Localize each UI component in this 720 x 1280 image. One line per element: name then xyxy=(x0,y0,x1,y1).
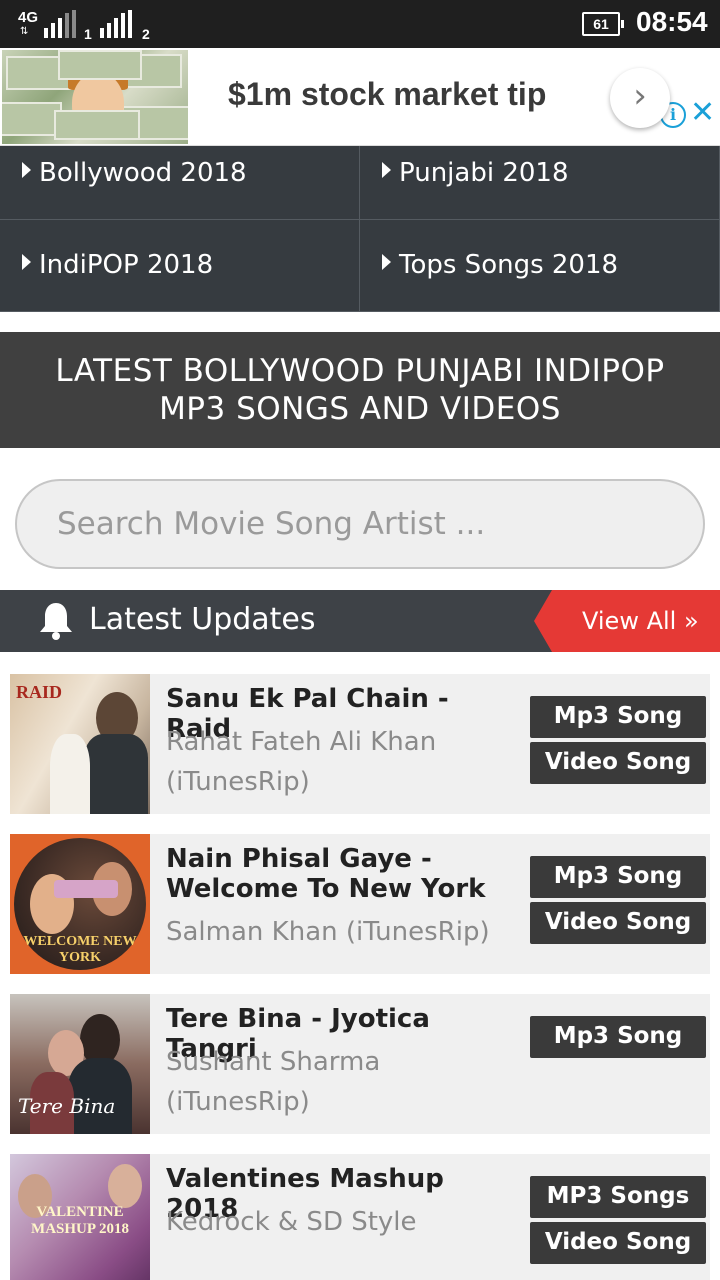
site-banner: LATEST BOLLYWOOD PUNJABI INDIPOP MP3 SON… xyxy=(0,332,720,448)
sim2-label: 2 xyxy=(142,26,150,42)
search-input[interactable] xyxy=(57,501,667,547)
song-title[interactable]: Nain Phisal Gaye - Welcome To New York xyxy=(166,844,506,904)
list-item[interactable]: RAID Sanu Ek Pal Chain - Raid Rahat Fate… xyxy=(10,674,710,814)
category-punjabi[interactable]: Punjabi 2018 xyxy=(360,146,720,220)
signal-strength-icon xyxy=(44,10,76,38)
clock: 08:54 xyxy=(636,6,708,37)
thumbnail-text: RAID xyxy=(16,682,63,702)
song-artist: Kedrock & SD Style xyxy=(166,1207,417,1237)
section-title: Latest Updates xyxy=(89,602,316,637)
category-grid: Bollywood 2018 Punjabi 2018 IndiPOP 2018… xyxy=(0,146,720,312)
video-song-button[interactable]: Video Song xyxy=(530,1222,706,1264)
song-thumbnail[interactable]: WELCOME NEW YORK xyxy=(10,834,150,974)
list-item[interactable]: Tere Bina Tere Bina - Jyotica Tangri Sus… xyxy=(10,994,710,1134)
view-all-button[interactable]: View All » xyxy=(534,590,720,652)
mp3-song-button[interactable]: Mp3 Song xyxy=(530,1016,706,1058)
caret-right-icon xyxy=(382,162,391,178)
search-box[interactable] xyxy=(15,479,705,569)
caret-right-icon xyxy=(22,254,31,270)
data-arrows-icon: ⇅ xyxy=(20,26,29,37)
video-song-button[interactable]: Video Song xyxy=(530,902,706,944)
bell-icon xyxy=(40,603,72,640)
sim1-label: 1 xyxy=(84,26,92,42)
battery-icon: 61 xyxy=(582,12,624,36)
song-artist: Salman Khan (iTunesRip) xyxy=(166,917,490,947)
list-item[interactable]: VALENTINE MASHUP 2018 Valentines Mashup … xyxy=(10,1154,710,1280)
battery-level: 61 xyxy=(593,16,609,32)
caret-right-icon xyxy=(22,162,31,178)
category-label: IndiPOP 2018 xyxy=(39,250,214,280)
caret-right-icon xyxy=(382,254,391,270)
song-thumbnail[interactable]: Tere Bina xyxy=(10,994,150,1134)
banner-line2: MP3 SONGS AND VIDEOS xyxy=(159,391,561,427)
latest-updates-header: Latest Updates View All » xyxy=(0,590,720,652)
category-bollywood[interactable]: Bollywood 2018 xyxy=(0,146,360,220)
list-item[interactable]: WELCOME NEW YORK Nain Phisal Gaye - Welc… xyxy=(10,834,710,974)
ad-title[interactable]: $1m stock market tip xyxy=(228,76,546,113)
money-kid-image xyxy=(2,50,188,144)
category-label: Tops Songs 2018 xyxy=(399,250,619,280)
song-artist: Rahat Fateh Ali Khan (iTunesRip) xyxy=(166,727,437,797)
mp3-song-button[interactable]: Mp3 Song xyxy=(530,856,706,898)
close-icon[interactable]: ✕ xyxy=(690,98,715,128)
song-thumbnail[interactable]: VALENTINE MASHUP 2018 xyxy=(10,1154,150,1280)
category-label: Punjabi 2018 xyxy=(399,158,569,188)
song-thumbnail[interactable]: RAID xyxy=(10,674,150,814)
signal-strength-icon xyxy=(100,10,136,38)
category-indipop[interactable]: IndiPOP 2018 xyxy=(0,220,360,312)
banner-line1: LATEST BOLLYWOOD PUNJABI INDIPOP xyxy=(55,353,665,389)
thumbnail-text: WELCOME NEW YORK xyxy=(23,934,137,965)
thumbnail-text: Tere Bina xyxy=(18,1094,116,1118)
thumbnail-text: VALENTINE MASHUP 2018 xyxy=(31,1204,129,1237)
mp3-song-button[interactable]: Mp3 Song xyxy=(530,696,706,738)
mp3-songs-button[interactable]: MP3 Songs xyxy=(530,1176,706,1218)
network-type: 4G xyxy=(18,9,39,26)
status-bar: 4G ⇅ 1 2 61 08:54 xyxy=(0,0,720,48)
category-top-songs[interactable]: Tops Songs 2018 xyxy=(360,220,720,312)
chevron-right-icon[interactable]: › xyxy=(610,68,670,128)
song-artist: Sushant Sharma (iTunesRip) xyxy=(166,1047,381,1117)
category-label: Bollywood 2018 xyxy=(39,158,247,188)
video-song-button[interactable]: Video Song xyxy=(530,742,706,784)
